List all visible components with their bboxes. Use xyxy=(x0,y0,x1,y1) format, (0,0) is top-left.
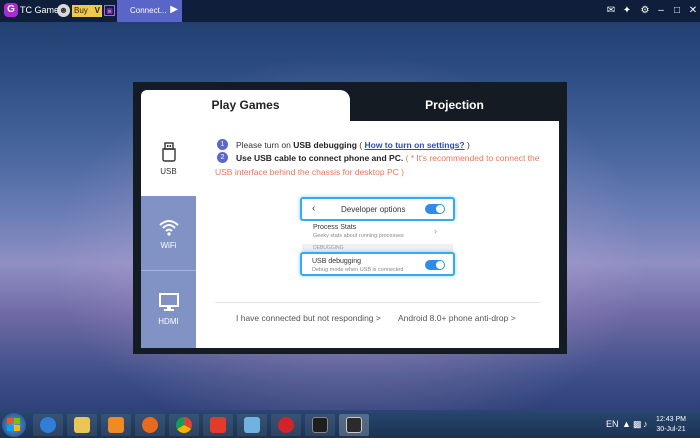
developer-options-toggle xyxy=(425,204,445,214)
taskbar-ie[interactable] xyxy=(33,414,63,436)
play-arrow-icon: ▶ xyxy=(170,4,178,15)
step-2-warning: USB interface behind the chassis for des… xyxy=(215,167,404,177)
back-chevron-icon: ‹ xyxy=(312,203,316,214)
developer-options-row: ‹ Developer options xyxy=(300,197,455,221)
sidebar-item-wifi[interactable]: WiFi xyxy=(141,196,196,271)
sidebar-item-wifi-label: WiFi xyxy=(160,241,177,250)
android-anti-drop-link[interactable]: Android 8.0+ phone anti-drop > xyxy=(398,313,516,323)
folder-icon xyxy=(74,417,90,433)
taskbar-notes[interactable] xyxy=(237,414,267,436)
internet-explorer-icon xyxy=(40,417,56,433)
step-2-badge: 2 xyxy=(217,152,228,163)
opera-icon xyxy=(278,417,294,433)
taskbar-tc-games[interactable] xyxy=(339,414,369,436)
tc-games-logo-icon: G xyxy=(4,3,18,17)
buy-vip-button[interactable]: Buy V xyxy=(72,5,102,17)
step-1-text: Please turn on USB debugging ( How to tu… xyxy=(236,140,470,150)
usb-debugging-toggle xyxy=(425,260,445,270)
taskbar-opera[interactable] xyxy=(271,414,301,436)
taskbar-explorer[interactable] xyxy=(67,414,97,436)
message-icon[interactable]: ✉ xyxy=(604,4,618,18)
step-2-text: Use USB cable to connect phone and PC. (… xyxy=(236,153,540,163)
developer-options-label: Developer options xyxy=(341,205,406,214)
debugging-section-header: DEBUGGING xyxy=(302,244,453,252)
connected-not-responding-link[interactable]: I have connected but not responding > xyxy=(236,313,381,323)
language-indicator[interactable]: EN xyxy=(606,419,619,429)
sidebar-item-usb-label: USB xyxy=(160,167,177,176)
volume-icon[interactable]: ♪ xyxy=(643,419,648,429)
notes-icon xyxy=(244,417,260,433)
process-stats-label: Process Stats xyxy=(313,224,357,231)
anydesk-icon xyxy=(210,417,226,433)
taskbar-vs[interactable] xyxy=(305,414,335,436)
taskbar-chrome[interactable] xyxy=(169,414,199,436)
taskbar-firefox[interactable] xyxy=(135,414,165,436)
debugging-section-label: DEBUGGING xyxy=(313,245,344,251)
windows-taskbar: EN ▲ ▩ ♪ xyxy=(0,412,700,438)
chrome-icon xyxy=(176,417,192,433)
taskbar-clock[interactable]: 12:43 PM 30-Jul-21 xyxy=(652,415,690,435)
process-stats-sub: Geeky stats about running processes xyxy=(313,233,404,239)
start-button[interactable] xyxy=(2,413,26,437)
windows-logo-icon xyxy=(7,418,20,431)
window-mode-icon[interactable]: ▣ xyxy=(104,5,115,16)
close-icon[interactable]: ✕ xyxy=(686,4,700,18)
step-1-badge: 1 xyxy=(217,139,228,150)
tab-play-games[interactable]: Play Games xyxy=(141,90,350,121)
app-title-bar: G TC Games ☻ Buy V ▣ Connect... ▶ ✉ ✦ ⚙ … xyxy=(0,0,700,22)
clock-date: 30-Jul-21 xyxy=(656,426,686,433)
connect-tab-label: Connect... xyxy=(130,6,167,15)
vip-label: V xyxy=(94,6,100,15)
network-icon[interactable]: ▩ xyxy=(633,419,642,430)
user-avatar-icon[interactable]: ☻ xyxy=(57,4,70,17)
connect-tab[interactable]: Connect... ▶ xyxy=(117,0,182,22)
maximize-icon[interactable]: □ xyxy=(670,4,684,18)
monitor-icon xyxy=(159,293,179,311)
settings-icon[interactable]: ⚙ xyxy=(638,4,652,18)
tray-arrow-icon[interactable]: ▲ xyxy=(622,419,631,429)
media-player-icon xyxy=(108,417,124,433)
sidebar-item-hdmi[interactable]: HDMI xyxy=(141,271,196,348)
taskbar-anydesk[interactable] xyxy=(203,414,233,436)
usb-debugging-sub: Debug mode when USB is connected xyxy=(312,267,404,273)
tab-projection[interactable]: Projection xyxy=(350,90,559,121)
sidebar-item-usb[interactable]: USB xyxy=(141,121,196,196)
wifi-icon xyxy=(159,220,179,236)
footer-divider xyxy=(215,302,540,303)
usb-debugging-row: USB debugging Debug mode when USB is con… xyxy=(300,252,455,276)
tc-games-icon xyxy=(346,417,362,433)
usb-icon xyxy=(162,142,176,162)
minimize-icon[interactable]: – xyxy=(654,4,668,18)
process-stats-row: Process Stats Geeky stats about running … xyxy=(302,221,453,245)
how-to-turn-on-settings-link[interactable]: How to turn on settings? xyxy=(365,140,465,150)
taskbar-media[interactable] xyxy=(101,414,131,436)
chevron-right-icon: › xyxy=(434,226,437,236)
firefox-icon xyxy=(142,417,158,433)
usb-debugging-label: USB debugging xyxy=(312,258,362,265)
sidebar-item-hdmi-label: HDMI xyxy=(158,317,179,326)
pin-icon[interactable]: ✦ xyxy=(620,4,634,18)
buy-label: Buy xyxy=(74,6,88,15)
clock-time: 12:43 PM xyxy=(656,416,686,423)
visual-studio-icon xyxy=(312,417,328,433)
